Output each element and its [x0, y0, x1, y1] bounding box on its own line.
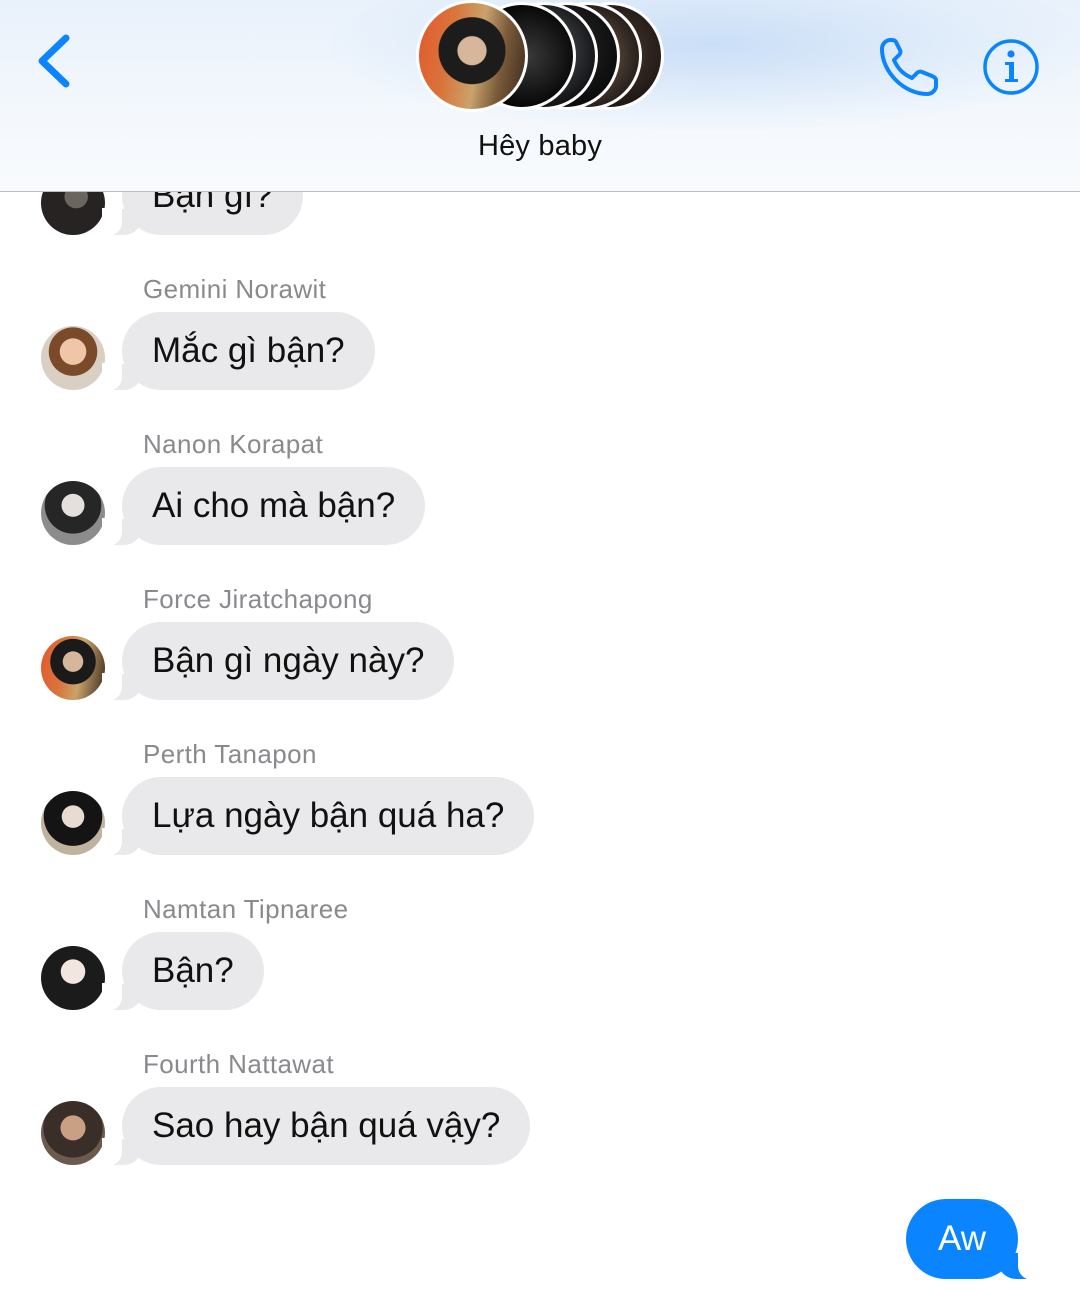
group-name[interactable]: Hêy baby: [0, 130, 1080, 163]
avatar[interactable]: [41, 946, 105, 1010]
message-bubble[interactable]: Lựa ngày bận quá ha?: [101, 777, 535, 856]
message-bubble[interactable]: Sao hay bận quá vậy?: [101, 1087, 531, 1166]
message-bubble[interactable]: Bận gì ngày này?: [101, 622, 455, 701]
info-icon: [983, 39, 1039, 95]
back-button[interactable]: [30, 30, 80, 94]
phone-icon: [880, 38, 938, 96]
conversation-header: Hêy baby: [0, 0, 1080, 192]
avatar[interactable]: [41, 326, 105, 390]
group-member-avatar: [416, 0, 528, 112]
avatar[interactable]: [41, 1101, 105, 1165]
avatar[interactable]: [41, 636, 105, 700]
outgoing-message-bubble[interactable]: Aw: [906, 1199, 1038, 1280]
sender-name: Fourth Nattawat: [143, 1049, 334, 1079]
avatar[interactable]: [41, 481, 105, 545]
chevron-left-icon: [38, 34, 70, 88]
sender-name: Perth Tanapon: [143, 739, 317, 769]
call-button[interactable]: [876, 34, 942, 100]
sender-name: Gemini Norawit: [143, 274, 327, 304]
info-button[interactable]: [982, 38, 1040, 96]
message-thread[interactable]: Bạn gì? Gemini Norawit Mắc gì bận? Nanon…: [0, 0, 1080, 1307]
message-bubble[interactable]: Bận?: [102, 932, 264, 1011]
group-avatar-stack[interactable]: [416, 0, 666, 114]
message-bubble[interactable]: Ai cho mà bận?: [101, 467, 426, 546]
sender-name: Nanon Korapat: [143, 429, 324, 459]
sender-name: Force Jiratchapong: [143, 584, 373, 614]
avatar[interactable]: [41, 791, 105, 855]
message-bubble[interactable]: Mắc gì bận?: [102, 312, 375, 391]
sender-name: Namtan Tipnaree: [143, 894, 349, 924]
